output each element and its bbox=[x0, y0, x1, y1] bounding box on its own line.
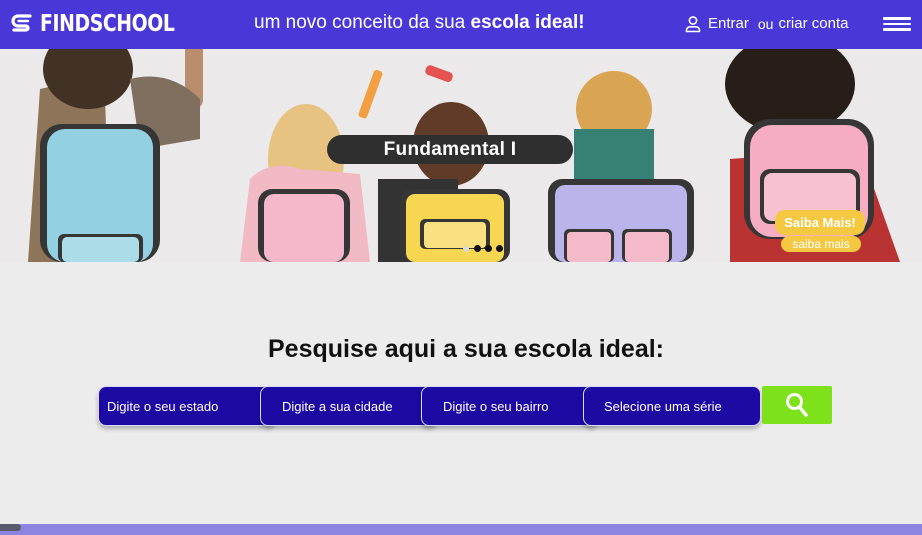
saiba-mais-link[interactable]: saiba mais bbox=[781, 236, 861, 252]
or-separator: ou bbox=[757, 16, 774, 32]
tagline-text: um novo conceito da sua bbox=[254, 12, 471, 33]
hero-carousel: Fundamental I Saiba Mais! saiba mais bbox=[0, 49, 922, 262]
header-tagline: um novo conceito da sua escola ideal! bbox=[254, 12, 585, 34]
signup-link[interactable]: criar conta bbox=[778, 15, 848, 33]
hamburger-menu-icon[interactable] bbox=[883, 17, 911, 31]
search-title: Pesquise aqui a sua escola ideal: bbox=[267, 335, 664, 363]
search-icon bbox=[786, 393, 808, 417]
carousel-dot[interactable] bbox=[496, 245, 503, 252]
scrollbar-thumb[interactable] bbox=[0, 524, 21, 531]
account-links: Entrar ou criar conta bbox=[684, 15, 848, 33]
login-link[interactable]: Entrar bbox=[708, 15, 749, 33]
neighborhood-input[interactable]: Digite o seu bairro bbox=[421, 386, 599, 426]
brand-name: FINDSCHOOL bbox=[40, 11, 175, 37]
horizontal-scrollbar[interactable] bbox=[0, 524, 922, 535]
user-icon[interactable] bbox=[684, 15, 702, 33]
tagline-bold-text: escola ideal! bbox=[470, 12, 585, 33]
brand-logo[interactable]: FINDSCHOOL bbox=[10, 11, 204, 37]
carousel-indicators bbox=[463, 245, 507, 252]
carousel-dot[interactable] bbox=[485, 245, 492, 252]
top-navbar: FINDSCHOOL um novo conceito da sua escol… bbox=[0, 0, 922, 49]
saiba-mais-button[interactable]: Saiba Mais! bbox=[775, 210, 865, 235]
carousel-dot[interactable] bbox=[463, 245, 469, 252]
logo-icon bbox=[11, 14, 32, 32]
carousel-dot[interactable] bbox=[474, 245, 481, 252]
state-input[interactable]: Digite o seu estado bbox=[98, 386, 276, 426]
hero-banner-label: Fundamental I bbox=[327, 135, 573, 164]
city-input[interactable]: Digite a sua cidade bbox=[260, 386, 438, 426]
search-button[interactable] bbox=[762, 386, 832, 424]
grade-select[interactable]: Selecione uma série bbox=[583, 386, 761, 426]
